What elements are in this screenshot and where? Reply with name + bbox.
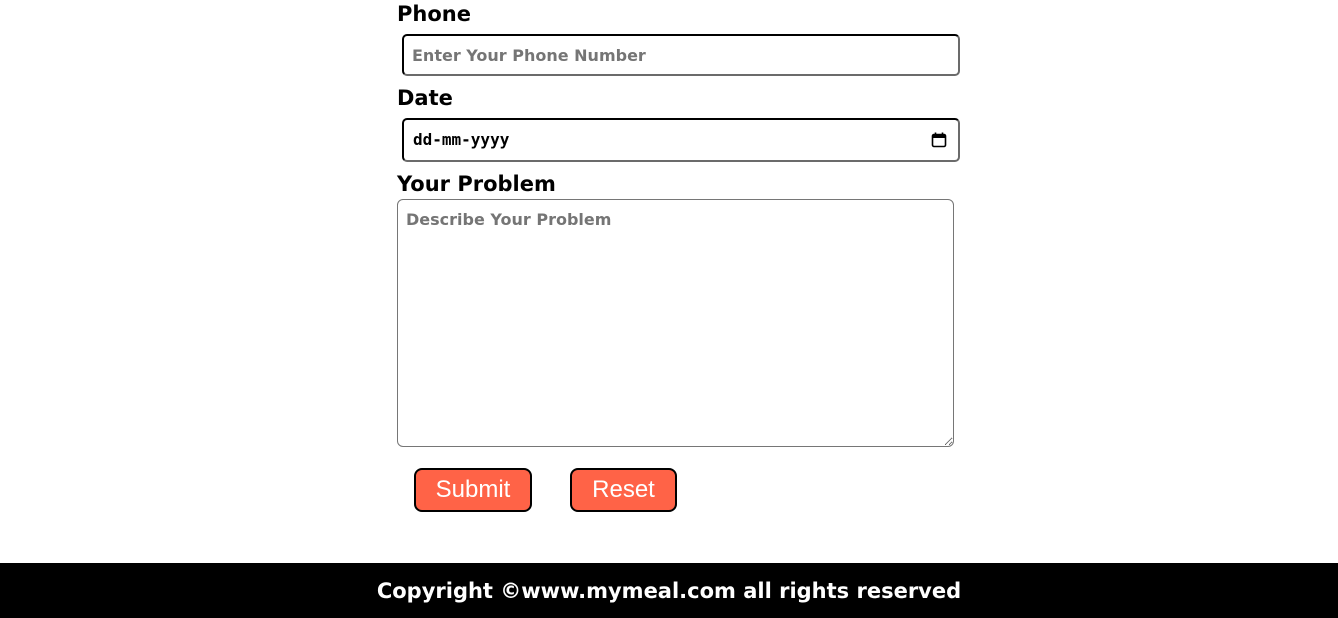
problem-label: Your Problem (397, 172, 556, 196)
date-label: Date (397, 86, 453, 110)
calendar-icon[interactable] (931, 132, 947, 148)
footer: Copyright ©www.mymeal.com all rights res… (0, 563, 1338, 618)
submit-button[interactable]: Submit (414, 468, 532, 512)
problem-textarea[interactable] (397, 199, 954, 447)
copyright-text: Copyright ©www.mymeal.com all rights res… (376, 578, 962, 603)
reset-button[interactable]: Reset (570, 468, 677, 512)
phone-input[interactable] (402, 34, 960, 76)
date-input-value: dd-mm-yyyy (413, 130, 510, 149)
phone-label: Phone (397, 2, 471, 26)
date-input[interactable]: dd-mm-yyyy (402, 118, 960, 162)
